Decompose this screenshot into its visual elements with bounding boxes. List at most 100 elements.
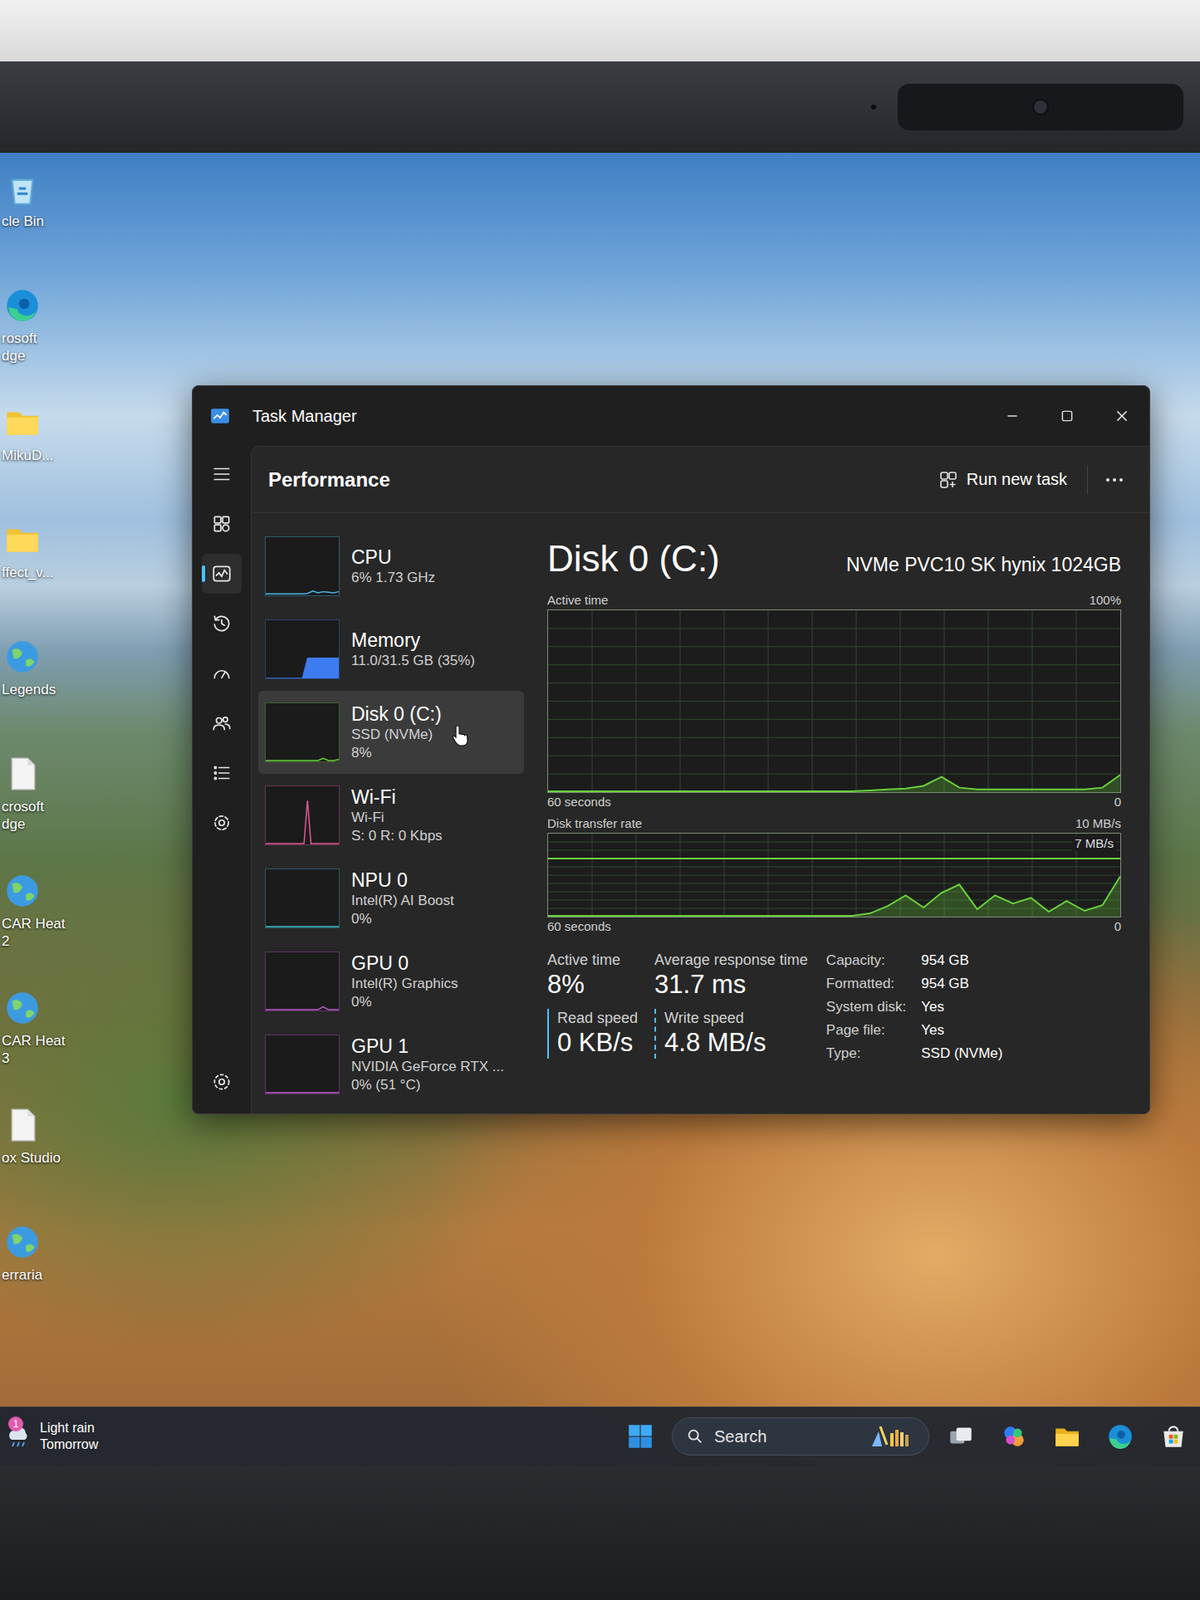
resource-sparkline [264, 785, 340, 846]
panel-main: CPU6% 1.73 GHz Memory11.0/31.5 GB (35%) Di… [251, 513, 1150, 1114]
desktop-icon[interactable]: MikuD... [0, 401, 92, 520]
resource-name: CPU [351, 545, 436, 569]
nav-item[interactable] [201, 504, 242, 544]
performance-panel: PerformanceRun new taskCPU6% 1.73 GHzMem… [250, 445, 1150, 1114]
desktop-icon-label: crosoftdge [1, 798, 45, 833]
transfer-rate-chart [547, 832, 1122, 918]
label-line: crosoft [1, 798, 45, 816]
pinned-app[interactable] [939, 1415, 983, 1459]
maximize-button[interactable] [1039, 392, 1095, 440]
speed-stat: Read speed0 KB/s [547, 1008, 638, 1059]
desktop-icon[interactable]: cle Bin [0, 167, 92, 285]
bottom-bezel [0, 1465, 1200, 1600]
desktop-icon[interactable]: CAR Heat2 [0, 870, 92, 988]
speed-stat: Write speed4.8 MB/s [654, 1008, 809, 1059]
resource-item[interactable]: Memory11.0/31.5 GB (35%) [258, 607, 525, 691]
resource-text: NPU 0Intel(R) AI Boost0% [351, 868, 455, 929]
pinned-app[interactable] [1045, 1415, 1089, 1459]
resource-item[interactable]: CPU6% 1.73 GHz [258, 524, 525, 608]
label-line: erraria [1, 1266, 43, 1284]
stat-label: Write speed [664, 1008, 809, 1028]
desktop-icon[interactable]: ffect_v... [0, 519, 92, 637]
desktop-icon[interactable]: crosoftdge [0, 753, 92, 871]
search-highlight-icon [868, 1423, 919, 1450]
search-box[interactable]: Search [671, 1417, 930, 1456]
chart-label: Disk transfer rate [547, 815, 642, 833]
resource-name: Disk 0 (C:) [351, 702, 442, 726]
resource-detail: 8% [351, 744, 442, 763]
stat: Average response time31.7 ms [654, 950, 809, 1001]
resource-sparkline [264, 702, 340, 763]
desktop-icon[interactable]: ox Studio [0, 1104, 92, 1222]
transfer-chart-frame: 7 MB/s [547, 832, 1122, 918]
resource-item[interactable]: Wi-FiWi-FiS: 0 R: 0 Kbps [258, 773, 525, 858]
nav-item[interactable] [201, 603, 242, 644]
desktop-icon[interactable]: erraria [0, 1221, 92, 1339]
pinned-app[interactable] [1098, 1415, 1142, 1459]
nav-item[interactable] [201, 454, 242, 495]
stat: Active time8% [547, 950, 638, 1001]
resource-text: CPU6% 1.73 GHz [351, 545, 436, 588]
start-button[interactable] [618, 1415, 662, 1459]
label-line: 2 [1, 932, 66, 951]
nav-item[interactable] [201, 553, 242, 594]
run-task-icon [938, 470, 959, 490]
chart-min-label: 0 [1114, 918, 1122, 936]
resource-item[interactable]: GPU 1NVIDIA GeForce RTX ...0% (51 °C) [258, 1023, 525, 1107]
label-line: Legends [1, 680, 56, 699]
disk-stats: Active time8% Average response time31.7 m… [547, 950, 1122, 1064]
close-button[interactable] [1094, 392, 1150, 440]
hand-cursor-icon [450, 724, 471, 748]
minimize-button[interactable] [984, 392, 1040, 440]
chart-bottom-labels: 60 seconds0 [547, 917, 1122, 936]
desktop-icon[interactable]: CAR Heat3 [0, 987, 92, 1105]
globe-icon [1, 987, 44, 1029]
nav-item[interactable] [201, 703, 242, 744]
stat-value: 8% [547, 969, 638, 1001]
pinned-app[interactable] [992, 1415, 1036, 1459]
label-line: ox Studio [1, 1149, 61, 1167]
settings-icon [210, 1071, 233, 1093]
processes-icon [210, 513, 233, 535]
active-time-chart [547, 609, 1122, 794]
search-icon [685, 1427, 705, 1446]
nav-item[interactable] [201, 753, 242, 794]
run-new-task-button[interactable]: Run new task [928, 463, 1078, 497]
resource-detail: 11.0/31.5 GB (35%) [351, 651, 476, 671]
resource-item[interactable]: GPU 0Intel(R) Graphics0% [258, 940, 525, 1024]
disk-model: NVMe PVC10 SK hynix 1024GB [846, 553, 1122, 577]
close-icon [1114, 408, 1130, 424]
chart-bottom-labels: 60 seconds0 [547, 793, 1122, 812]
disk-properties: Capacity:954 GBFormatted:954 GBSystem di… [826, 950, 1004, 1064]
resource-item[interactable]: NPU 0Intel(R) AI Boost0% [258, 857, 525, 941]
stat-value: 31.7 ms [654, 969, 809, 1001]
property-label: Type: [826, 1043, 907, 1064]
resource-sparkline [264, 536, 340, 597]
weather-text: Light rainTomorrow [39, 1420, 98, 1454]
pinned-app[interactable] [1151, 1415, 1196, 1459]
label-line: CAR Heat [1, 1032, 66, 1050]
screen: cle Bin rosoftdge MikuD...ffect_v... Legend… [0, 152, 1200, 1466]
taskbar-center: Search [618, 1415, 1200, 1459]
property-value: 954 GB [920, 950, 1003, 971]
resource-text: Disk 0 (C:)SSD (NVMe)8% [351, 702, 442, 763]
resource-text: GPU 0Intel(R) Graphics0% [351, 951, 458, 1012]
desktop-icon[interactable]: Legends [0, 636, 92, 754]
resource-detail: Intel(R) Graphics [351, 974, 458, 994]
desktop-icon-label: rosoftdge [1, 329, 38, 365]
resource-item[interactable]: Disk 0 (C:)SSD (NVMe)8% [258, 690, 525, 774]
globe-icon [1, 1221, 44, 1264]
resource-name: NPU 0 [351, 868, 455, 892]
stat-label: Average response time [654, 950, 809, 970]
nav-item[interactable] [201, 803, 242, 843]
task-manager-window[interactable]: Task ManagerPerformanceRun new taskCPU6%… [191, 385, 1151, 1115]
weather-widget[interactable]: 1Light rainTomorrow [0, 1420, 98, 1454]
nav-item[interactable] [201, 653, 242, 694]
stat-grid: Active time8% Average response time31.7 m… [547, 950, 809, 1064]
window-controls [984, 392, 1150, 440]
detail-header: Disk 0 (C:)NVMe PVC10 SK hynix 1024GB [547, 538, 1122, 580]
stat-value: 4.8 MB/s [664, 1027, 809, 1059]
more-button[interactable] [1097, 463, 1132, 497]
desktop-icon[interactable]: rosoftdge [0, 284, 92, 402]
nav-item[interactable] [201, 1062, 242, 1103]
